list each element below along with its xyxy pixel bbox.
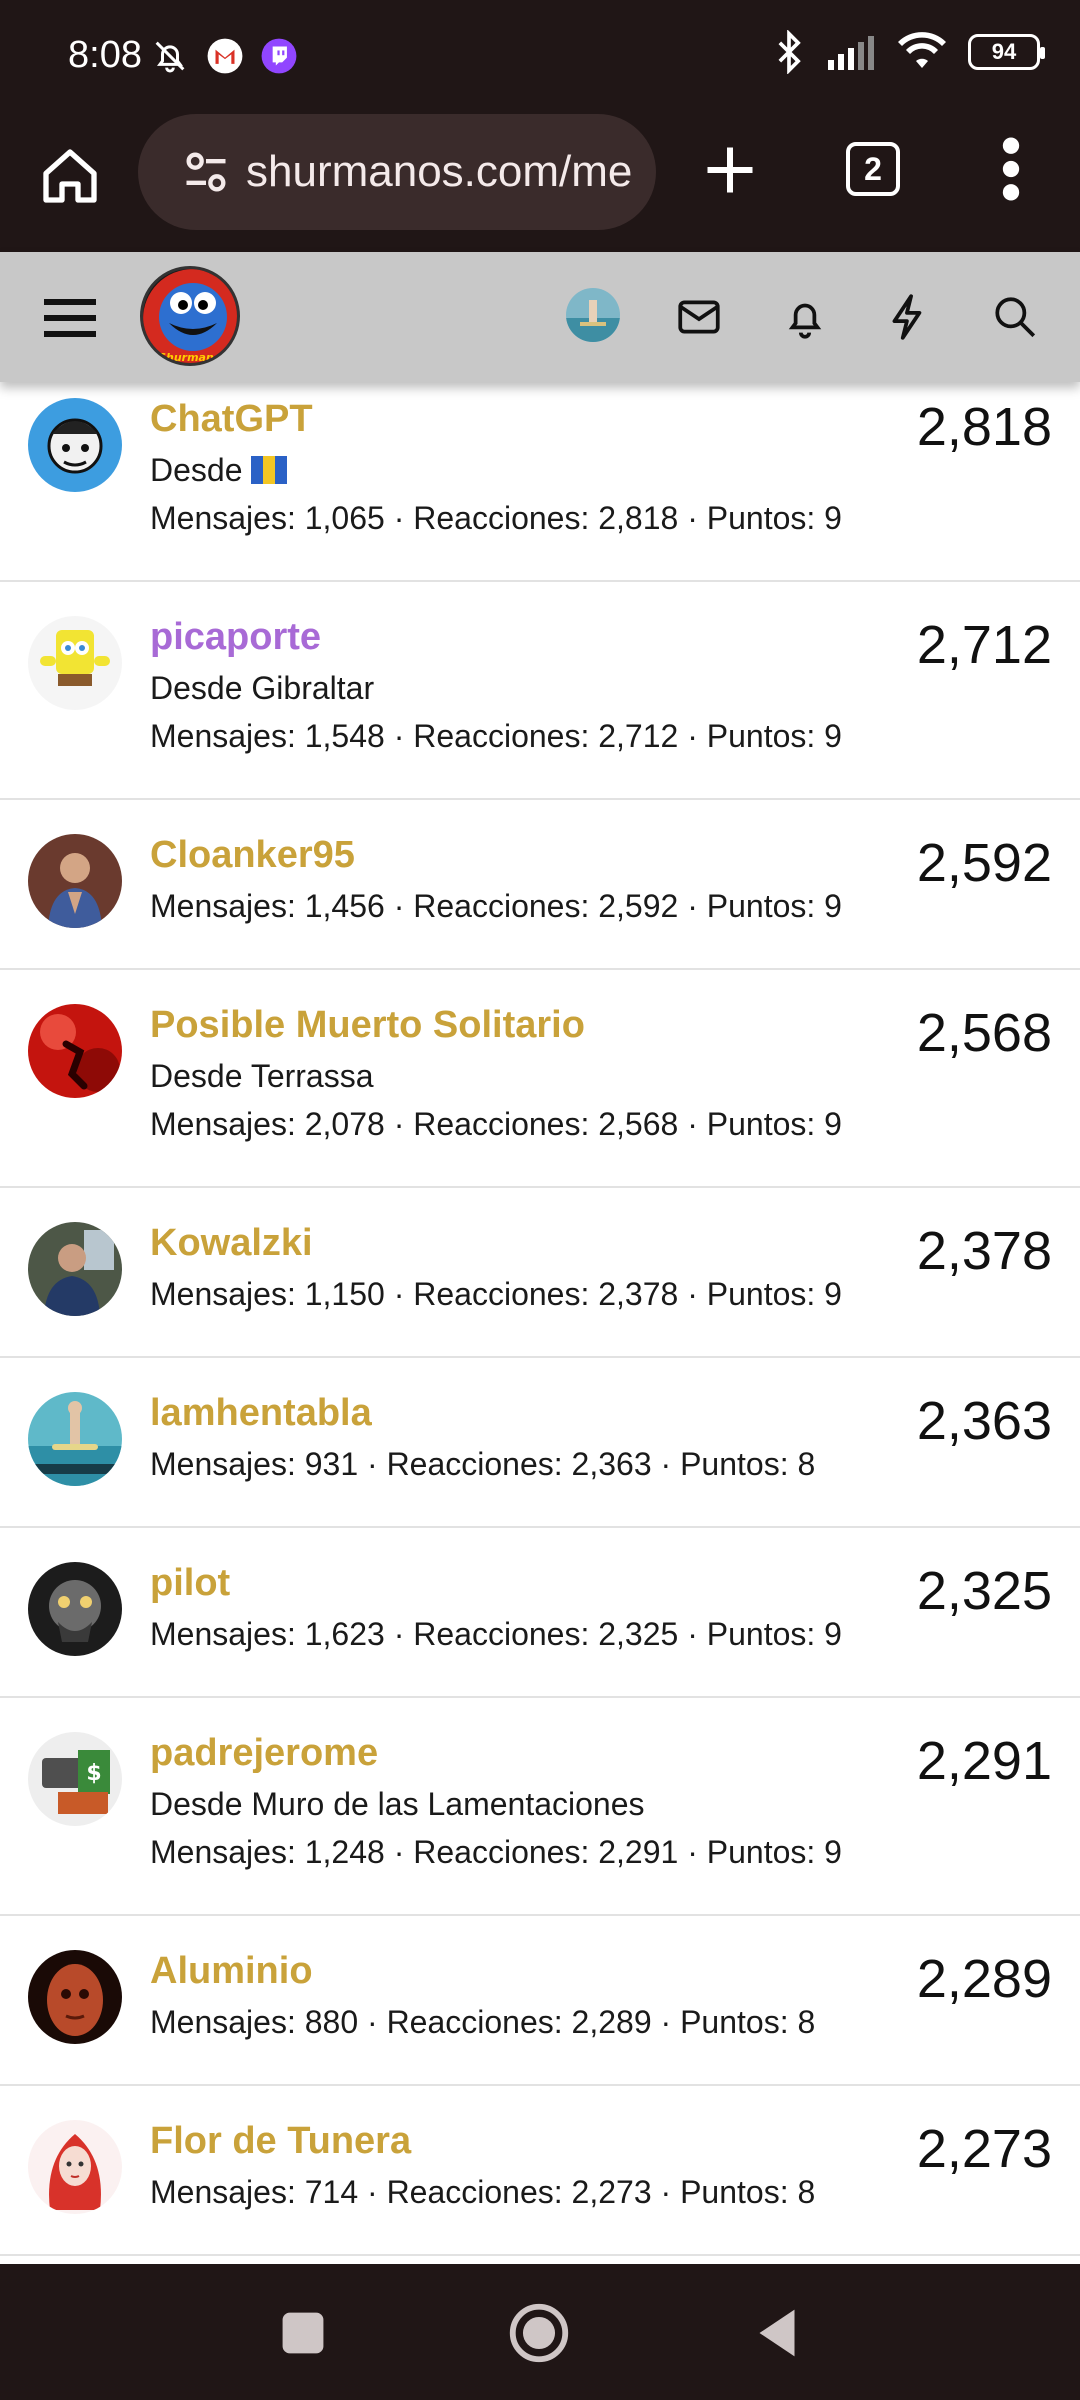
list-item[interactable]: picaporte Desde Gibraltar Mensajes: 1,54… [0, 582, 1080, 800]
tab-switcher-button[interactable]: 2 [846, 142, 900, 196]
notifications-bell-icon[interactable] [780, 292, 830, 342]
member-score: 2,273 [916, 2119, 1052, 2179]
avatar-posible[interactable] [28, 1004, 122, 1098]
member-name[interactable]: Cloanker95 [150, 834, 355, 877]
bluetooth-icon [778, 30, 801, 74]
site-header: Shurmanos [0, 252, 1080, 382]
member-name[interactable]: pilot [150, 1562, 230, 1605]
member-score: 2,818 [916, 397, 1052, 457]
new-tab-icon[interactable] [700, 140, 760, 200]
list-item[interactable]: ChatGPT Desde Mensajes: 1,065 · Reaccion… [0, 382, 1080, 582]
member-score: 2,378 [916, 1221, 1052, 1281]
battery-level: 94 [991, 39, 1017, 64]
mute-bell-icon [155, 41, 185, 73]
wifi-icon [898, 32, 946, 68]
member-name[interactable]: lamhentabla [150, 1392, 372, 1435]
member-score: 2,289 [916, 1949, 1052, 2009]
member-stats: Mensajes: 1,150 · Reacciones: 2,378 · Pu… [150, 1276, 842, 1312]
url-text: shurmanos.com/me [246, 147, 633, 196]
member-location-text: Desde [150, 452, 243, 488]
more-options-icon[interactable] [996, 134, 1026, 204]
list-item[interactable]: pilot Mensajes: 1,623 · Reacciones: 2,32… [0, 1528, 1080, 1698]
member-score: 2,325 [916, 1561, 1052, 1621]
recent-apps-icon[interactable] [268, 2298, 338, 2368]
avatar-chatgpt[interactable] [28, 398, 122, 492]
logo-text: Shurmanos [158, 351, 228, 364]
status-bar: 8:08 94 [0, 0, 1080, 110]
member-score: 2,291 [916, 1731, 1052, 1791]
avatar-pilot[interactable] [28, 1562, 122, 1656]
hamburger-menu-icon[interactable] [42, 292, 98, 342]
list-item[interactable]: Kowalzki Mensajes: 1,150 · Reacciones: 2… [0, 1188, 1080, 1358]
lightning-icon[interactable] [884, 292, 934, 342]
list-item[interactable]: Posible Muerto Solitario Desde Terrassa … [0, 970, 1080, 1188]
site-settings-icon[interactable] [180, 146, 232, 198]
member-name[interactable]: ChatGPT [150, 398, 313, 441]
svg-text:$: $ [86, 1761, 101, 1786]
member-stats: Mensajes: 1,623 · Reacciones: 2,325 · Pu… [150, 1616, 842, 1652]
avatar-lamhentabla[interactable] [28, 1392, 122, 1486]
list-item[interactable]: lamhentabla Mensajes: 931 · Reacciones: … [0, 1358, 1080, 1528]
member-name[interactable]: Kowalzki [150, 1222, 313, 1265]
member-score: 2,712 [916, 615, 1052, 675]
member-score: 2,568 [916, 1003, 1052, 1063]
browser-toolbar: shurmanos.com/me 2 [0, 110, 1080, 252]
member-stats: Mensajes: 1,548 · Reacciones: 2,712 · Pu… [150, 718, 842, 754]
site-logo[interactable]: Shurmanos [140, 266, 240, 366]
member-name[interactable]: Aluminio [150, 1950, 313, 1993]
system-navigation-bar [0, 2264, 1080, 2400]
member-location: Desde [150, 452, 287, 489]
member-stats: Mensajes: 1,065 · Reacciones: 2,818 · Pu… [150, 500, 842, 536]
tab-count: 2 [864, 150, 882, 187]
user-avatar[interactable] [566, 288, 620, 342]
list-item[interactable]: Flor de Tunera Mensajes: 714 · Reaccione… [0, 2086, 1080, 2256]
avatar-picaporte[interactable] [28, 616, 122, 710]
gmail-icon [207, 38, 243, 74]
member-stats: Mensajes: 2,078 · Reacciones: 2,568 · Pu… [150, 1106, 842, 1142]
member-location: Desde Gibraltar [150, 670, 375, 706]
member-stats: Mensajes: 880 · Reacciones: 2,289 · Punt… [150, 2004, 816, 2040]
list-item[interactable]: $ padrejerome Desde Muro de las Lamentac… [0, 1698, 1080, 1916]
member-stats: Mensajes: 1,456 · Reacciones: 2,592 · Pu… [150, 888, 842, 924]
flag-icon [250, 456, 287, 484]
member-score: 2,363 [916, 1391, 1052, 1451]
list-item[interactable]: Aluminio Mensajes: 880 · Reacciones: 2,2… [0, 1916, 1080, 2086]
home-nav-icon[interactable] [504, 2298, 574, 2368]
avatar-flor[interactable] [28, 2120, 122, 2214]
member-stats: Mensajes: 714 · Reacciones: 2,273 · Punt… [150, 2174, 816, 2210]
avatar-aluminio[interactable] [28, 1950, 122, 2044]
member-location: Desde Terrassa [150, 1058, 374, 1094]
search-icon[interactable] [990, 292, 1040, 342]
list-item[interactable]: Cloanker95 Mensajes: 1,456 · Reacciones:… [0, 800, 1080, 970]
member-location: Desde Muro de las Lamentaciones [150, 1786, 645, 1822]
signal-icon [828, 36, 874, 70]
status-right-icons: 94 [774, 30, 1045, 74]
battery-indicator: 94 [968, 34, 1045, 70]
member-name[interactable]: Flor de Tunera [150, 2120, 411, 2163]
member-stats: Mensajes: 1,248 · Reacciones: 2,291 · Pu… [150, 1834, 842, 1870]
member-name[interactable]: picaporte [150, 616, 321, 659]
back-icon[interactable] [742, 2298, 812, 2368]
address-bar[interactable]: shurmanos.com/me [138, 114, 656, 230]
twitch-icon [261, 38, 297, 74]
member-name[interactable]: Posible Muerto Solitario [150, 1004, 585, 1047]
avatar-cloanker95[interactable] [28, 834, 122, 928]
mail-icon[interactable] [674, 292, 724, 342]
member-score: 2,592 [916, 833, 1052, 893]
avatar-padrejerome[interactable]: $ [28, 1732, 122, 1826]
status-left-icons [150, 36, 298, 76]
status-time: 8:08 [68, 34, 142, 76]
member-stats: Mensajes: 931 · Reacciones: 2,363 · Punt… [150, 1446, 816, 1482]
member-name[interactable]: padrejerome [150, 1732, 378, 1775]
avatar-kowalzki[interactable] [28, 1222, 122, 1316]
home-icon[interactable] [38, 144, 102, 208]
